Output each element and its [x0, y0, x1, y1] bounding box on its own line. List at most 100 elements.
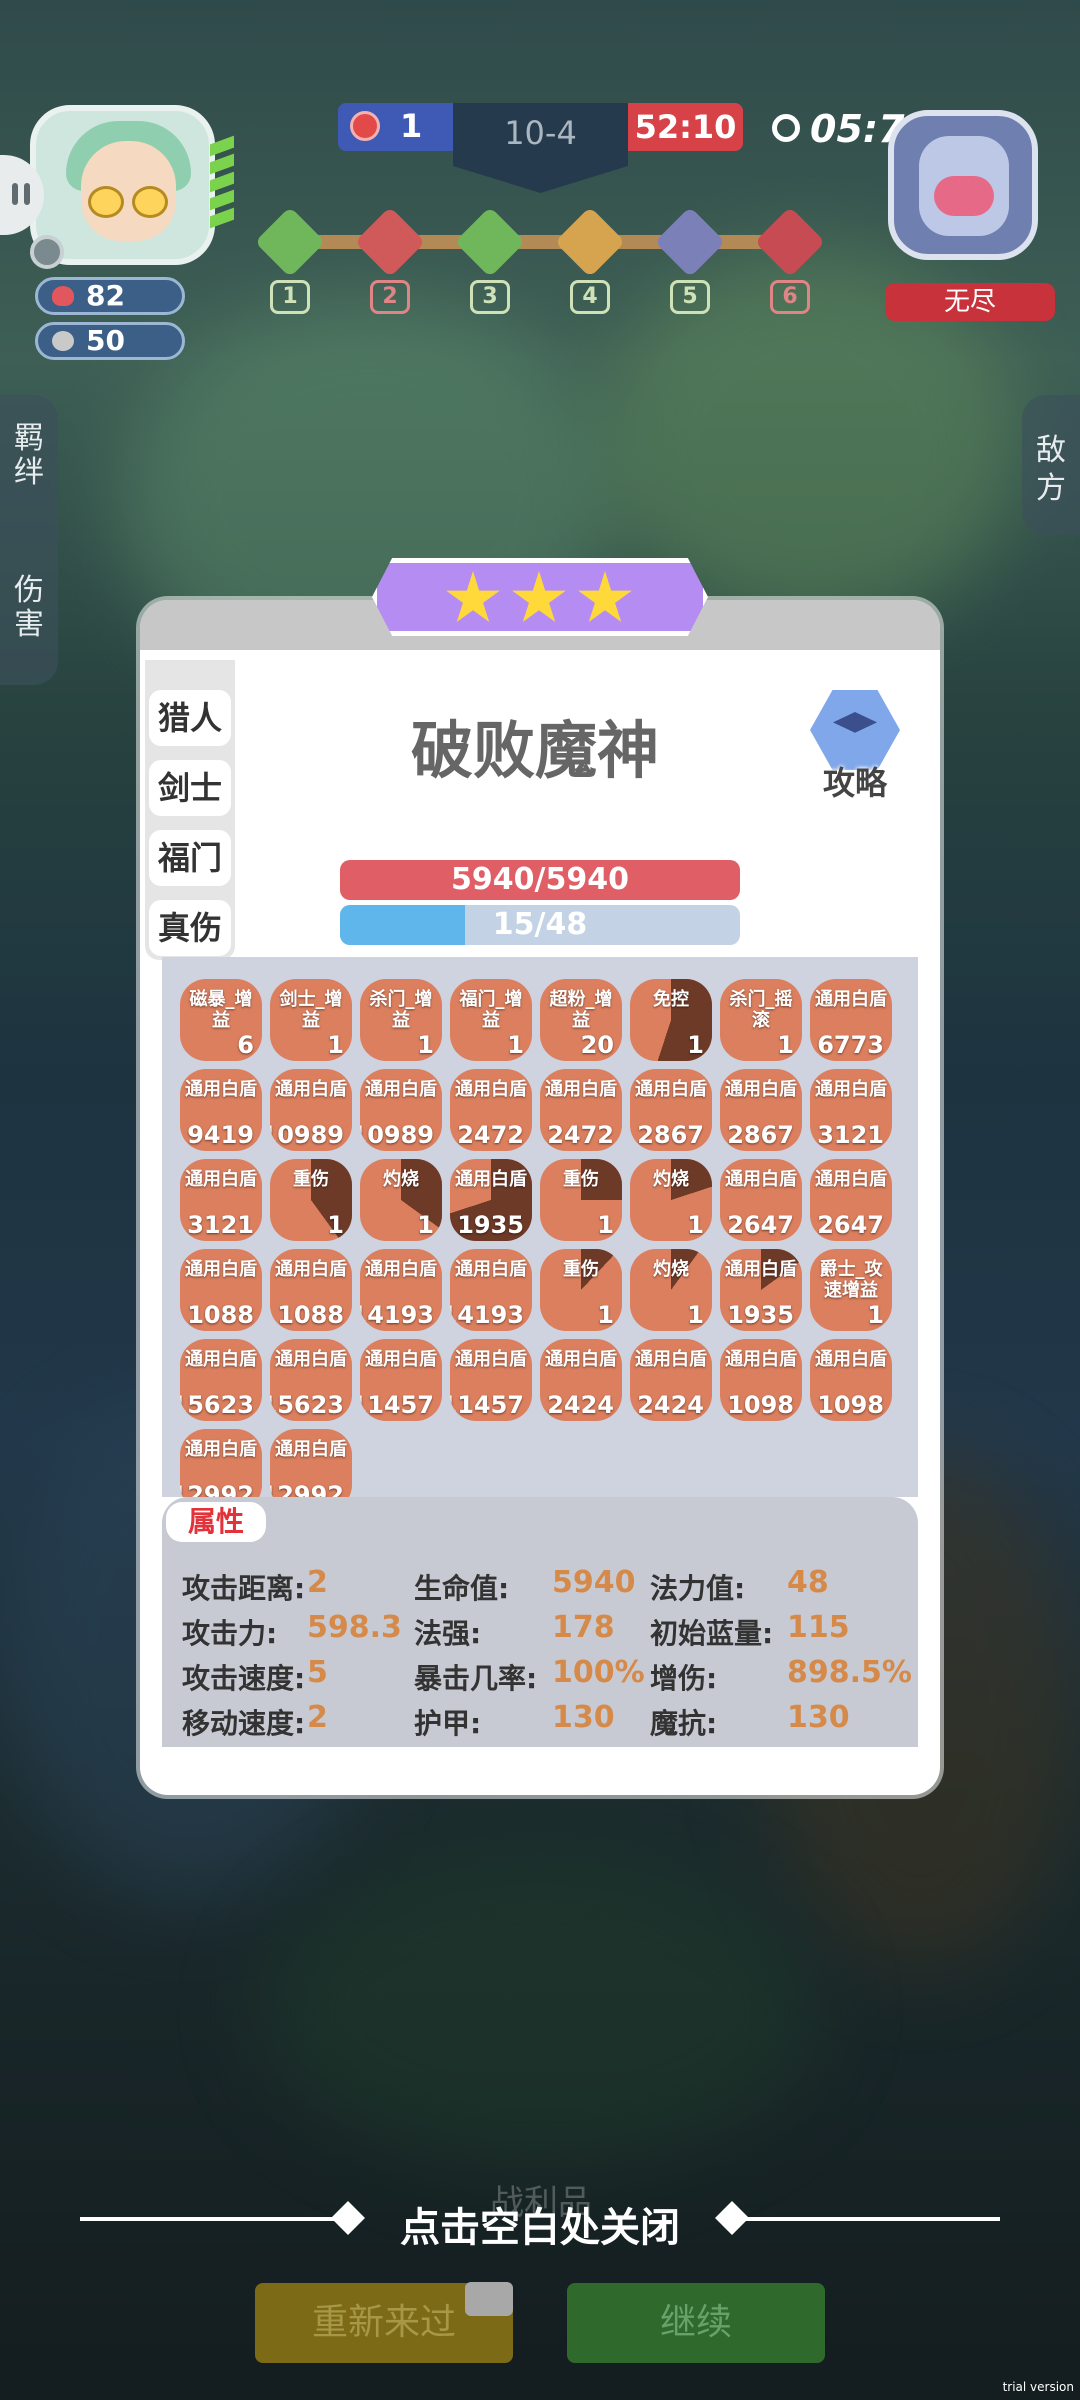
- attribute-label: 攻击力:: [182, 1617, 278, 1650]
- side-tab-right[interactable]: 敌 方: [1022, 395, 1080, 535]
- buff-name: 通用白盾: [365, 1349, 437, 1370]
- buff-count: 1: [867, 1301, 884, 1329]
- gear-icon[interactable]: [30, 235, 64, 269]
- buff-count: 1: [597, 1211, 614, 1239]
- buff-name: 通用白盾: [815, 989, 887, 1010]
- buff-icon[interactable]: 通用白盾 11457: [360, 1339, 442, 1421]
- buff-count: 1: [327, 1031, 344, 1059]
- buff-icon[interactable]: 磁暴_增益 6: [180, 979, 262, 1061]
- buff-icon[interactable]: 超粉_增益 20: [540, 979, 622, 1061]
- buff-name: 通用白盾: [635, 1079, 707, 1100]
- buff-icon[interactable]: 通用白盾 2867: [630, 1069, 712, 1151]
- buff-name: 通用白盾: [725, 1349, 797, 1370]
- buff-icon[interactable]: 灼烧 1: [360, 1159, 442, 1241]
- buff-count: 3121: [817, 1121, 884, 1149]
- coin-stat: 50: [35, 322, 185, 360]
- buff-count: 1935: [457, 1211, 524, 1239]
- guide-button[interactable]: 攻略: [800, 690, 910, 802]
- buff-icon[interactable]: 通用白盾 15623: [180, 1339, 262, 1421]
- attributes-tag: 属性: [166, 1502, 266, 1542]
- buff-icon[interactable]: 通用白盾 10989: [270, 1069, 352, 1151]
- buff-icon[interactable]: 通用白盾 14193: [450, 1249, 532, 1331]
- attribute-label: 生命值:: [414, 1572, 510, 1605]
- buff-name: 通用白盾: [365, 1259, 437, 1280]
- buff-icon[interactable]: 通用白盾 11457: [450, 1339, 532, 1421]
- buff-icon[interactable]: 通用白盾 1935: [450, 1159, 532, 1241]
- buff-name: 通用白盾: [815, 1349, 887, 1370]
- buff-icon[interactable]: 通用白盾 2647: [810, 1159, 892, 1241]
- guide-label: 攻略: [822, 764, 887, 802]
- buff-name: 通用白盾: [185, 1169, 257, 1190]
- trait-label: 福门: [149, 830, 231, 886]
- buff-icon[interactable]: 通用白盾 2647: [720, 1159, 802, 1241]
- buff-count: 2424: [637, 1391, 704, 1419]
- buff-icon[interactable]: 重伤 1: [540, 1159, 622, 1241]
- player-score-value: 1: [400, 107, 423, 145]
- close-hint[interactable]: 点击空白处关闭: [0, 2195, 1080, 2253]
- buff-icon[interactable]: 通用白盾 15623: [270, 1339, 352, 1421]
- buff-icon[interactable]: 通用白盾 2472: [450, 1069, 532, 1151]
- buff-icon[interactable]: 通用白盾 3121: [810, 1069, 892, 1151]
- buff-count: 2867: [637, 1121, 704, 1149]
- buff-icon[interactable]: 灼烧 1: [630, 1159, 712, 1241]
- buff-icon[interactable]: 通用白盾 1088: [180, 1249, 262, 1331]
- buff-icon[interactable]: 福门_增益 1: [450, 979, 532, 1061]
- buff-icon[interactable]: 通用白盾 2424: [630, 1339, 712, 1421]
- buff-icon[interactable]: 通用白盾 1088: [270, 1249, 352, 1331]
- buff-icon[interactable]: 通用白盾 1935: [720, 1249, 802, 1331]
- buff-icon[interactable]: 通用白盾 10989: [360, 1069, 442, 1151]
- buff-name: 灼烧: [653, 1169, 689, 1190]
- buff-name: 通用白盾: [815, 1079, 887, 1100]
- buff-icon[interactable]: 通用白盾 2424: [540, 1339, 622, 1421]
- buff-count: 6: [237, 1031, 254, 1059]
- buff-name: 通用白盾: [545, 1349, 617, 1370]
- buff-name: 通用白盾: [455, 1079, 527, 1100]
- buff-icon[interactable]: 通用白盾 1098: [720, 1339, 802, 1421]
- buff-name: 通用白盾: [275, 1259, 347, 1280]
- buff-count: 2472: [457, 1121, 524, 1149]
- buff-name: 灼烧: [653, 1259, 689, 1280]
- buff-icon[interactable]: 杀门_摇滚 1: [720, 979, 802, 1061]
- buff-name: 通用白盾: [455, 1349, 527, 1370]
- buff-count: 15623: [270, 1391, 344, 1419]
- buff-icon[interactable]: 通用白盾 3121: [180, 1159, 262, 1241]
- buff-icon[interactable]: 灼烧 1: [630, 1249, 712, 1331]
- monster-mouth: [934, 176, 994, 216]
- buff-icon[interactable]: 免控 1: [630, 979, 712, 1061]
- stage-number: 3: [470, 280, 510, 314]
- attribute-value: 2: [307, 1565, 328, 1600]
- buff-icon[interactable]: 通用白盾 12992: [270, 1429, 352, 1497]
- buff-count: 15623: [180, 1391, 254, 1419]
- attribute-value: 898.5%: [787, 1655, 912, 1690]
- buff-name: 爵士_攻速增益: [819, 1259, 883, 1301]
- buff-name: 重伤: [563, 1259, 599, 1280]
- buff-icon[interactable]: 通用白盾 14193: [360, 1249, 442, 1331]
- continue-button[interactable]: 继续: [567, 2283, 825, 2363]
- buff-icon[interactable]: 重伤 1: [270, 1159, 352, 1241]
- buff-name: 杀门_增益: [369, 989, 433, 1031]
- side-tab-left[interactable]: 羁 绊 伤 害: [0, 395, 58, 685]
- buff-name: 通用白盾: [185, 1349, 257, 1370]
- coin-value: 50: [86, 324, 125, 357]
- buff-name: 免控: [653, 989, 689, 1010]
- buff-icon[interactable]: 剑士_增益 1: [270, 979, 352, 1061]
- buff-icon[interactable]: 通用白盾 6773: [810, 979, 892, 1061]
- buff-name: 通用白盾: [455, 1259, 527, 1280]
- side-tab-text: 绊: [14, 455, 44, 490]
- side-tab-text: 害: [14, 607, 44, 642]
- buff-icon[interactable]: 通用白盾 2867: [720, 1069, 802, 1151]
- buff-count: 1098: [727, 1391, 794, 1419]
- buff-icon[interactable]: 通用白盾 1098: [810, 1339, 892, 1421]
- buff-name: 通用白盾: [185, 1439, 257, 1460]
- buff-icon[interactable]: 重伤 1: [540, 1249, 622, 1331]
- buff-icon[interactable]: 通用白盾 2472: [540, 1069, 622, 1151]
- opponent-avatar[interactable]: [888, 110, 1038, 260]
- coin-icon: [52, 331, 74, 351]
- buff-count: 14193: [360, 1301, 434, 1329]
- buff-icon[interactable]: 杀门_增益 1: [360, 979, 442, 1061]
- buff-icon[interactable]: 爵士_攻速增益 1: [810, 1249, 892, 1331]
- buff-name: 重伤: [563, 1169, 599, 1190]
- buff-icon[interactable]: 通用白盾 12992: [180, 1429, 262, 1497]
- hp-value: 82: [86, 279, 125, 312]
- buff-icon[interactable]: 通用白盾 9419: [180, 1069, 262, 1151]
